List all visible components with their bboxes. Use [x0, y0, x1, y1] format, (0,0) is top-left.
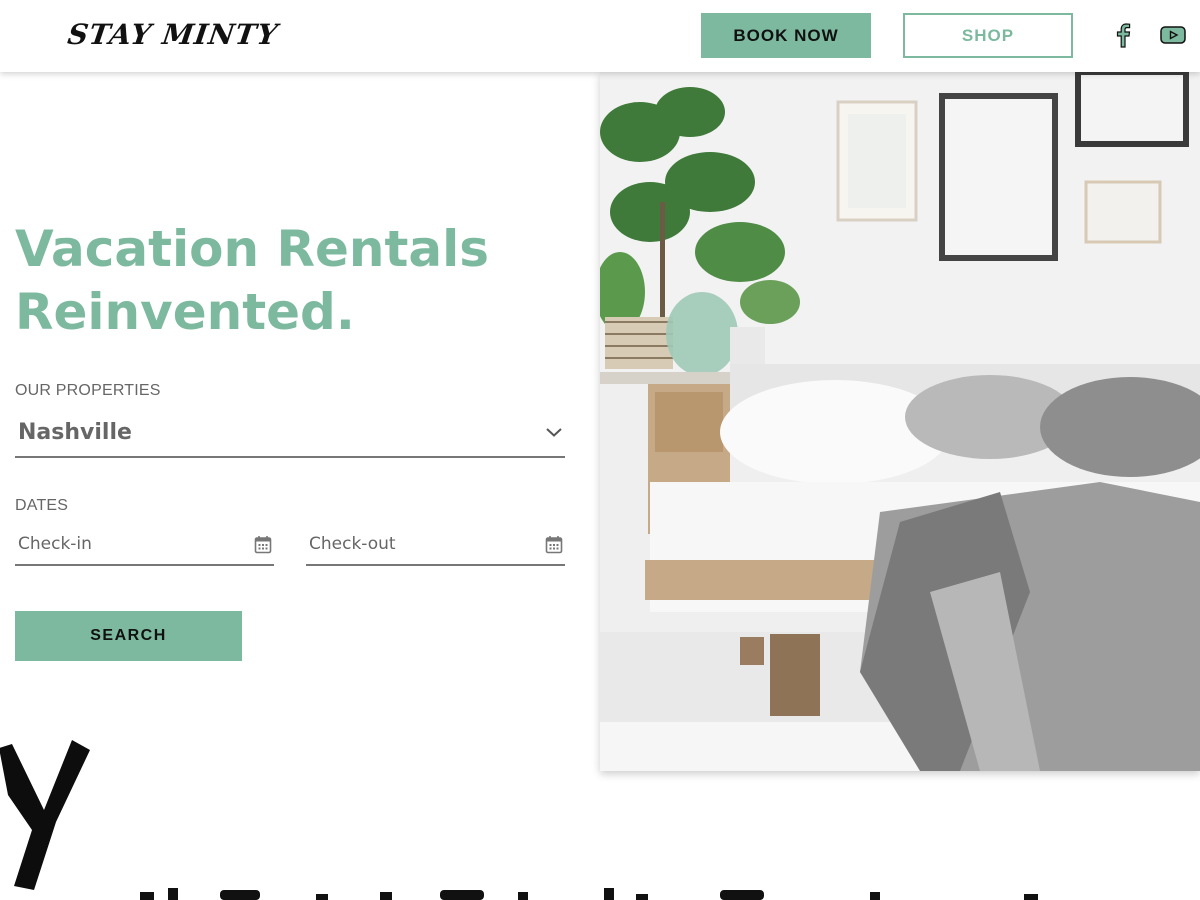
- bedroom-photo: [600, 72, 1200, 771]
- property-select-value: Nashville: [18, 420, 132, 445]
- hero-headline: Vacation Rentals Reinvented.: [15, 218, 575, 344]
- logo-text: STAY MINTY: [65, 18, 281, 51]
- calendar-icon[interactable]: [545, 535, 563, 554]
- brush-x-decoration: [0, 740, 90, 890]
- shop-button[interactable]: SHOP: [903, 13, 1073, 58]
- calendar-icon[interactable]: [254, 535, 272, 554]
- checkout-field[interactable]: Check-out: [306, 528, 565, 566]
- property-select[interactable]: Nashville: [15, 412, 565, 458]
- search-button[interactable]: SEARCH: [15, 611, 242, 661]
- facebook-icon[interactable]: [1112, 22, 1134, 48]
- properties-label: OUR PROPERTIES: [15, 382, 161, 399]
- headline-line-1: Vacation Rentals: [15, 220, 490, 278]
- checkin-field[interactable]: Check-in: [15, 528, 274, 566]
- hero-image: [600, 72, 1200, 771]
- book-now-button[interactable]: BOOK NOW: [701, 13, 871, 58]
- headline-line-2: Reinvented.: [15, 283, 355, 341]
- dates-label: DATES: [15, 497, 69, 514]
- checkin-placeholder: Check-in: [18, 534, 92, 554]
- chevron-down-icon: [546, 428, 562, 437]
- youtube-icon[interactable]: [1160, 25, 1186, 45]
- logo[interactable]: STAY MINTY: [66, 18, 281, 51]
- checkout-placeholder: Check-out: [309, 534, 396, 554]
- site-header: STAY MINTY BOOK NOW SHOP: [0, 0, 1200, 72]
- section-heading-partial: [20, 878, 1200, 900]
